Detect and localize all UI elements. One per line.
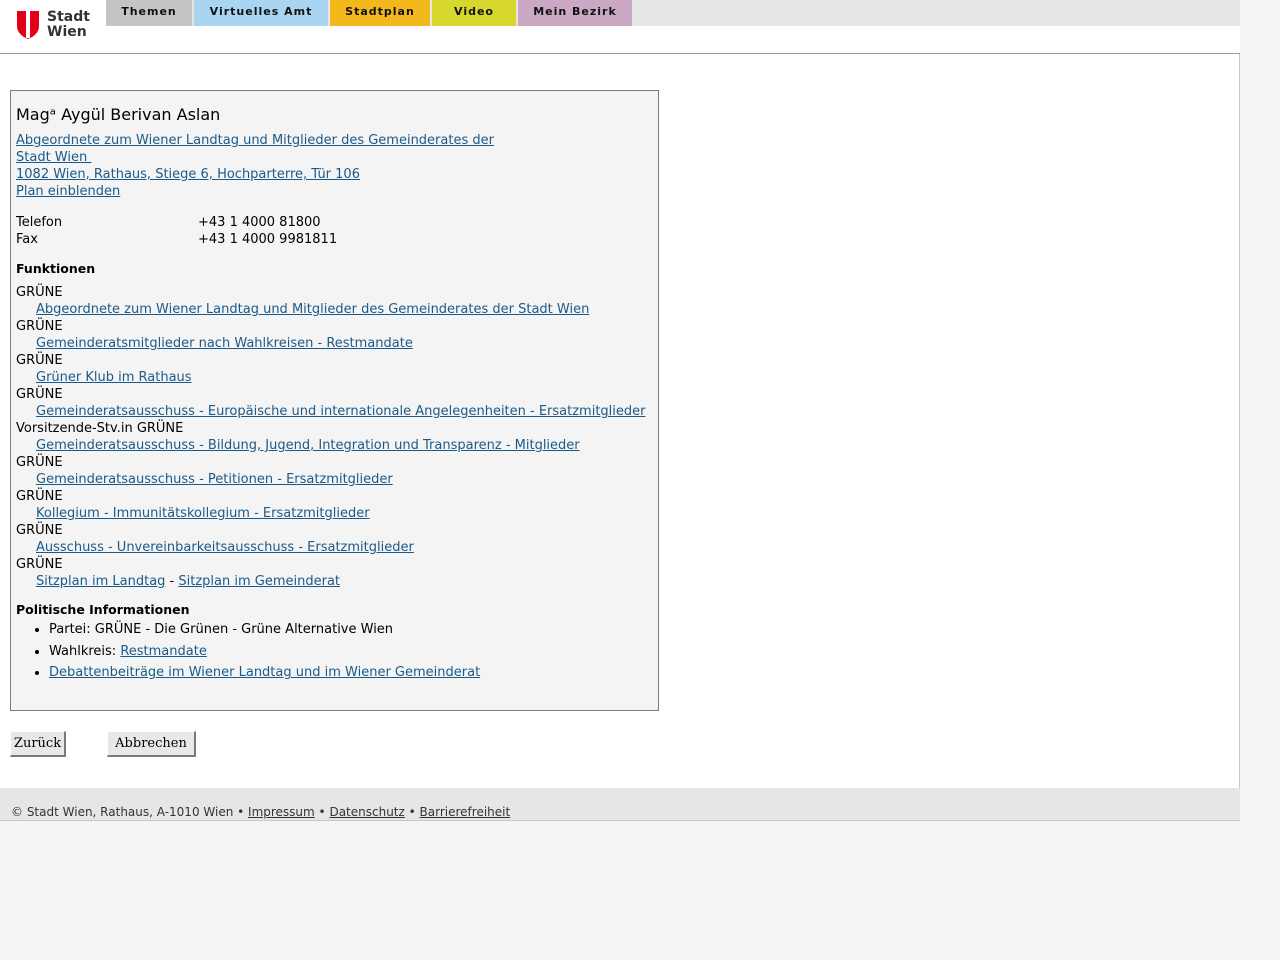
function-role: GRÜNE xyxy=(16,319,63,334)
function-org-link[interactable]: Abgeordnete zum Wiener Landtag und Mitgl… xyxy=(36,302,589,317)
tab-video[interactable]: Video xyxy=(432,0,516,26)
person-detail-box: Magᵃ Aygül Berivan Aslan Abgeordnete zum… xyxy=(10,90,659,711)
debates-link[interactable]: Debattenbeiträge im Wiener Landtag und i… xyxy=(49,665,480,680)
function-role: Vorsitzende-Stv.in GRÜNE xyxy=(16,421,184,436)
position-link[interactable]: Abgeordnete zum Wiener Landtag und Mitgl… xyxy=(16,133,494,148)
copyright-text: © Stadt Wien, Rathaus, A-1010 Wien xyxy=(11,805,234,819)
footer-separator: • xyxy=(404,805,420,819)
district-label: Wahlkreis: xyxy=(49,643,121,659)
function-org-link[interactable]: Gemeinderatsausschuss - Europäische und … xyxy=(36,404,646,419)
district-item: Wahlkreis: Restmandate xyxy=(49,643,636,660)
footer-text: © Stadt Wien, Rathaus, A-1010 Wien • Imp… xyxy=(11,805,510,819)
tab-virtuelles-amt[interactable]: Virtuelles Amt xyxy=(194,0,328,26)
show-map-link[interactable]: Plan einblenden xyxy=(16,184,120,199)
tab-mein-bezirk[interactable]: Mein Bezirk xyxy=(518,0,632,26)
function-role: GRÜNE xyxy=(16,523,63,538)
address-link[interactable]: 1082 Wien, Rathaus, Stiege 6, Hochparter… xyxy=(16,167,360,182)
function-org-link[interactable]: Kollegium - Immunitätskollegium - Ersatz… xyxy=(36,506,370,521)
site-header: Stadt Wien Themen Virtuelles Amt Stadtpl… xyxy=(0,0,1240,54)
function-role: GRÜNE xyxy=(16,489,63,504)
site-footer: © Stadt Wien, Rathaus, A-1010 Wien • Imp… xyxy=(0,788,1240,821)
fax-value: +43 1 4000 9981811 xyxy=(198,232,338,247)
political-info-heading: Politische Informationen xyxy=(16,602,190,617)
functions-heading: Funktionen xyxy=(16,261,96,276)
party-item: Partei: GRÜNE - Die Grünen - Grüne Alter… xyxy=(49,621,636,638)
tab-stadtplan[interactable]: Stadtplan xyxy=(330,0,430,26)
position-link-continued[interactable]: Stadt Wien xyxy=(16,150,91,165)
datenschutz-link[interactable]: Datenschutz xyxy=(329,805,404,819)
debates-item: Debattenbeiträge im Wiener Landtag und i… xyxy=(49,664,636,681)
seating-plan-landtag-link[interactable]: Sitzplan im Landtag xyxy=(36,574,165,589)
function-role: GRÜNE xyxy=(16,353,63,368)
logo-text: Stadt Wien xyxy=(47,9,90,40)
address-block: Abgeordnete zum Wiener Landtag und Mitgl… xyxy=(16,132,494,200)
function-role: GRÜNE xyxy=(16,557,63,572)
function-org-link[interactable]: Grüner Klub im Rathaus xyxy=(36,370,192,385)
political-info: Partei: GRÜNE - Die Grünen - Grüne Alter… xyxy=(16,621,636,686)
barrierefreiheit-link[interactable]: Barrierefreiheit xyxy=(420,805,511,819)
back-button[interactable]: Zurück xyxy=(10,731,66,757)
impressum-link[interactable]: Impressum xyxy=(248,805,315,819)
person-name: Magᵃ Aygül Berivan Aslan xyxy=(16,105,221,124)
function-org-link[interactable]: Gemeinderatsausschuss - Petitionen - Ers… xyxy=(36,472,393,487)
footer-separator: • xyxy=(233,805,249,819)
function-role: GRÜNE xyxy=(16,285,63,300)
function-org-link[interactable]: Gemeinderatsausschuss - Bildung, Jugend,… xyxy=(36,438,580,453)
phone-value: +43 1 4000 81800 xyxy=(198,215,321,230)
function-org-link[interactable]: Gemeinderatsmitglieder nach Wahlkreisen … xyxy=(36,336,413,351)
function-role: GRÜNE xyxy=(16,455,63,470)
page: Stadt Wien Themen Virtuelles Amt Stadtpl… xyxy=(0,0,1240,788)
contact-info: Telefon +43 1 4000 81800 Fax +43 1 4000 … xyxy=(16,214,616,248)
stadt-wien-logo[interactable]: Stadt Wien xyxy=(16,10,92,42)
function-org-link[interactable]: Ausschuss - Unvereinbarkeitsausschuss - … xyxy=(36,540,414,555)
seating-separator: - xyxy=(165,574,179,589)
functions-list: GRÜNE Abgeordnete zum Wiener Landtag und… xyxy=(16,284,646,590)
phone-label: Telefon xyxy=(16,215,63,230)
seating-plan-gemeinderat-link[interactable]: Sitzplan im Gemeinderat xyxy=(178,574,340,589)
wien-shield-icon xyxy=(17,11,39,39)
function-role: GRÜNE xyxy=(16,387,63,402)
tab-themen[interactable]: Themen xyxy=(106,0,192,26)
footer-separator: • xyxy=(314,805,330,819)
fax-label: Fax xyxy=(16,232,38,247)
cancel-button[interactable]: Abbrechen xyxy=(107,731,196,757)
district-link[interactable]: Restmandate xyxy=(120,644,207,659)
